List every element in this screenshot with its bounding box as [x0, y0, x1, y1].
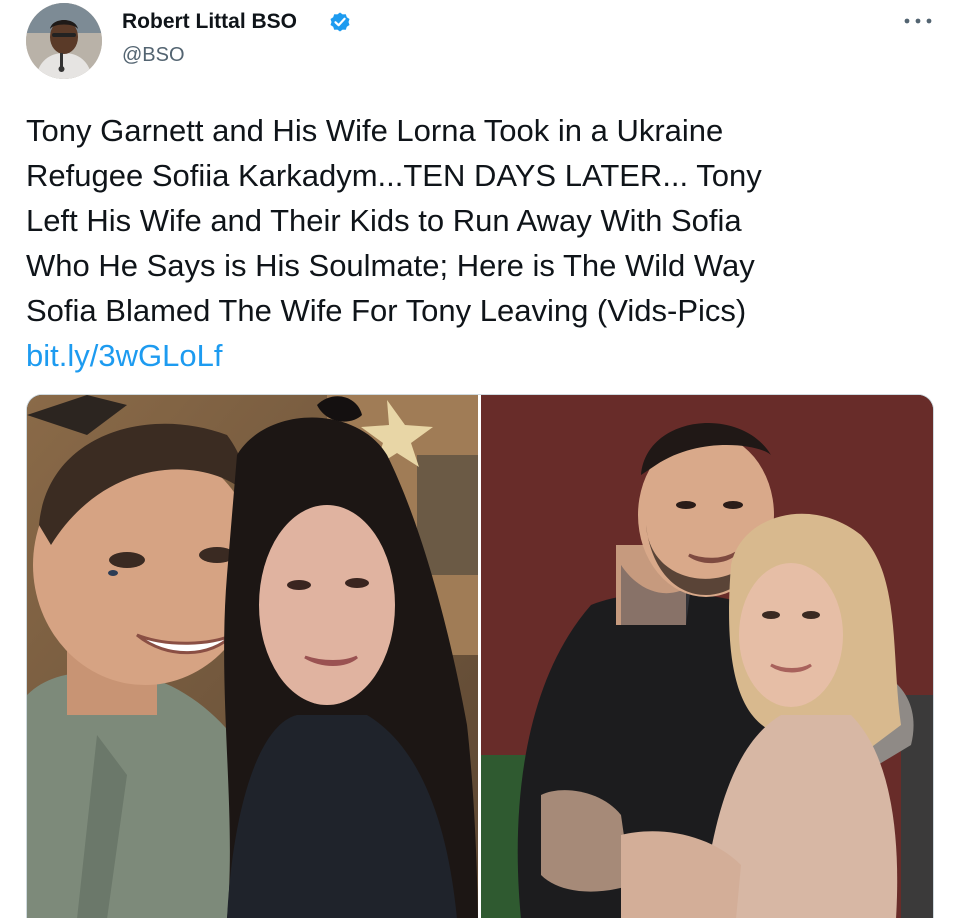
couple-selfie-photo-icon	[27, 395, 478, 918]
author-avatar[interactable]	[26, 3, 102, 79]
media-photo-right[interactable]	[481, 395, 933, 918]
tweet-text-line: Who He Says is His Soulmate; Here is The…	[26, 248, 755, 283]
avatar-photo-icon	[26, 3, 102, 79]
tweet-text-line: Sofia Blamed The Wife For Tony Leaving (…	[26, 293, 747, 328]
tweet-text-line: Left His Wife and Their Kids to Run Away…	[26, 203, 742, 238]
tweet-text-line: Refugee Sofiia Karkadym...TEN DAYS LATER…	[26, 158, 762, 193]
more-horizontal-icon	[904, 18, 932, 24]
more-options-button[interactable]	[898, 6, 938, 36]
tweet-text: Tony Garnett and His Wife Lorna Took in …	[26, 108, 926, 333]
media-photo-left[interactable]	[27, 395, 478, 918]
author-handle[interactable]: @BSO	[122, 44, 185, 67]
verified-badge-icon	[328, 10, 352, 34]
tweet-text-line: Tony Garnett and His Wife Lorna Took in …	[26, 113, 724, 148]
tweet-media[interactable]	[26, 394, 934, 918]
couple-embrace-photo-icon	[481, 395, 933, 918]
tweet-link[interactable]: bit.ly/3wGLoLf	[26, 333, 222, 378]
tweet: Robert Littal BSO @BSO Tony Garnett and …	[0, 0, 960, 918]
author-name[interactable]: Robert Littal BSO	[122, 10, 297, 34]
